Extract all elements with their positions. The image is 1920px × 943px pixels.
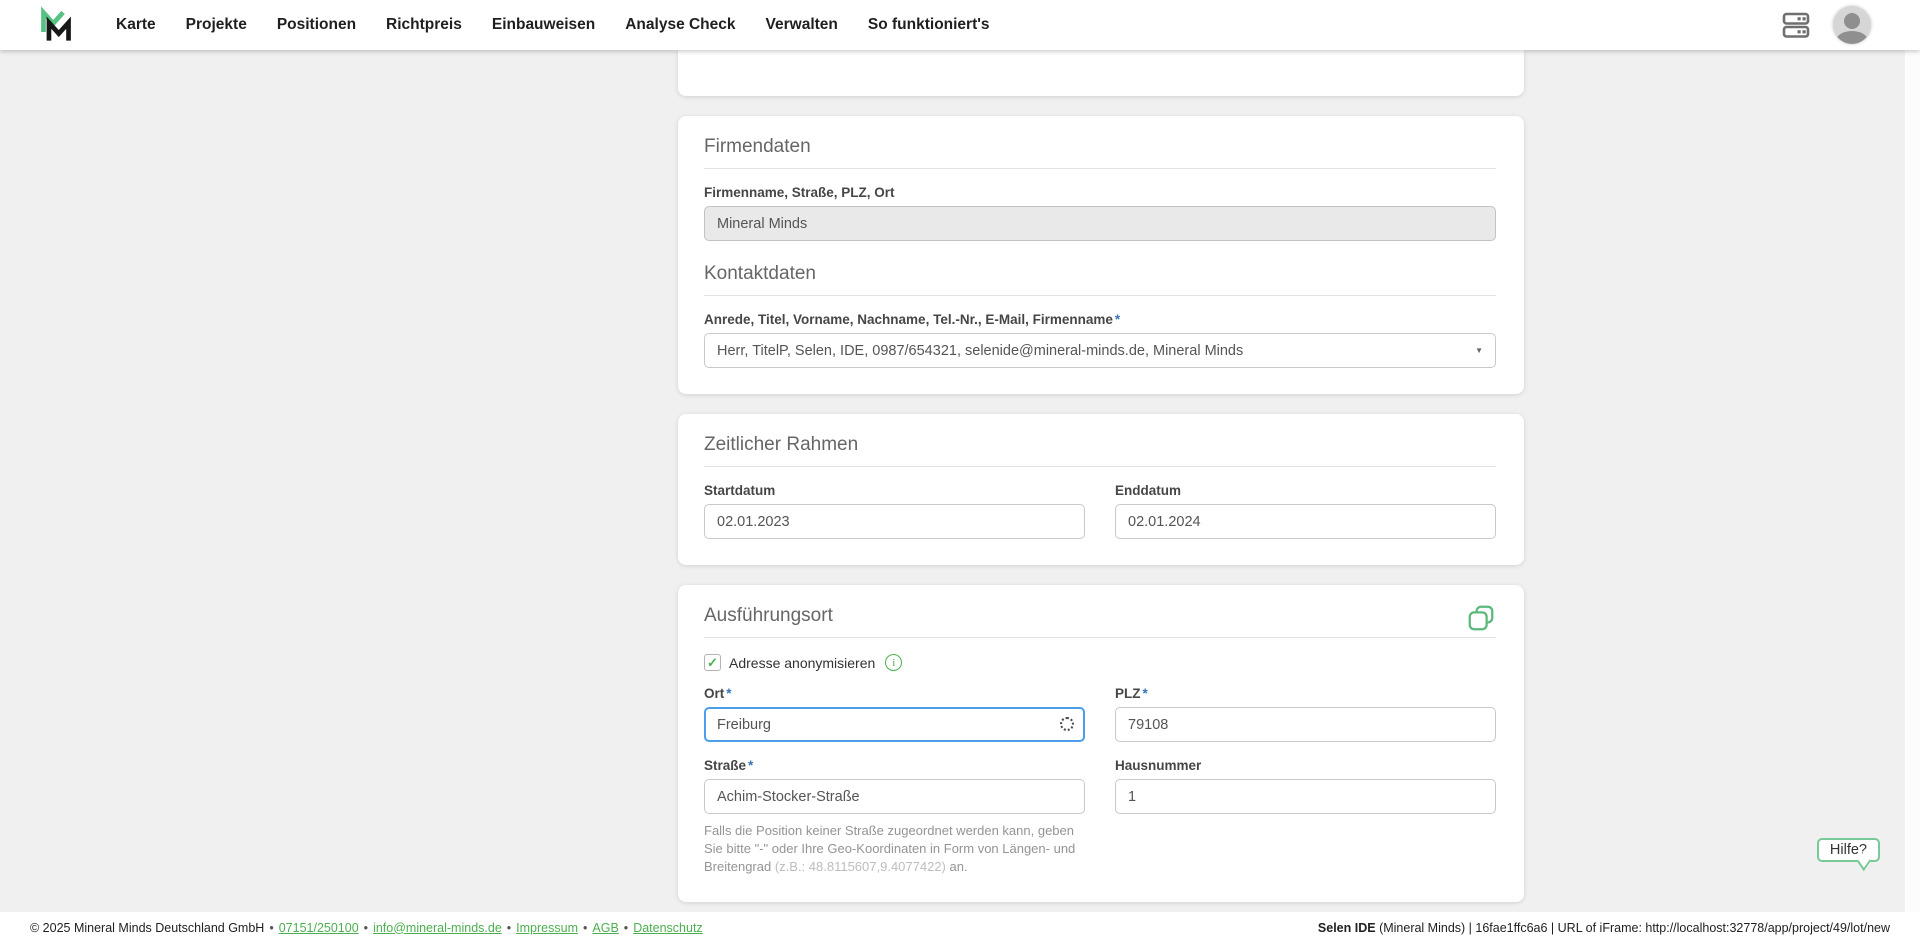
- hint-example: (z.B.: 48.8115607,9.4077422): [775, 859, 946, 874]
- company-field-label: Firmenname, Straße, PLZ, Ort: [704, 185, 1496, 200]
- company-input: [704, 206, 1496, 241]
- firmendaten-title: Firmendaten: [704, 136, 1496, 158]
- strasse-label: Straße*: [704, 758, 1085, 773]
- ausfuehrungsort-title: Ausführungsort: [704, 605, 833, 627]
- ort-input[interactable]: [704, 707, 1085, 742]
- server-stack-icon[interactable]: [1781, 10, 1811, 40]
- avatar-head-shape: [1844, 13, 1860, 29]
- kontakt-selected-value: Herr, TitelP, Selen, IDE, 0987/654321, s…: [717, 343, 1243, 359]
- nav-item-karte[interactable]: Karte: [116, 16, 156, 34]
- firmendaten-card: Firmendaten Firmenname, Straße, PLZ, Ort…: [678, 116, 1524, 394]
- startdatum-input[interactable]: [704, 504, 1085, 539]
- logo-icon: [38, 5, 74, 45]
- zeitraum-title: Zeitlicher Rahmen: [704, 434, 1496, 456]
- plz-input[interactable]: [1115, 707, 1496, 742]
- kontakt-field-label: Anrede, Titel, Vorname, Nachname, Tel.-N…: [704, 312, 1496, 327]
- footer-link-email[interactable]: info@mineral-minds.de: [373, 921, 502, 935]
- required-marker: *: [748, 758, 753, 773]
- nav-item-projekte[interactable]: Projekte: [186, 16, 247, 34]
- plz-field: PLZ*: [1115, 686, 1496, 742]
- user-avatar[interactable]: [1833, 6, 1871, 44]
- anonymize-label: Adresse anonymisieren: [729, 655, 875, 671]
- enddatum-label: Enddatum: [1115, 483, 1496, 498]
- hausnummer-label: Hausnummer: [1115, 758, 1496, 773]
- top-navbar: Karte Projekte Positionen Richtpreis Ein…: [0, 0, 1920, 50]
- strasse-hint-text: Falls die Position keiner Straße zugeord…: [704, 822, 1085, 876]
- main-nav: Karte Projekte Positionen Richtpreis Ein…: [116, 16, 990, 34]
- previous-card-stub: [678, 50, 1524, 96]
- copy-icon[interactable]: [1466, 603, 1496, 633]
- divider: [704, 295, 1496, 296]
- divider: [704, 637, 1496, 638]
- footer: © 2025 Mineral Minds Deutschland GmbH • …: [0, 912, 1920, 943]
- enddatum-input[interactable]: [1115, 504, 1496, 539]
- nav-item-einbauweisen[interactable]: Einbauweisen: [492, 16, 595, 34]
- kontakt-select[interactable]: Herr, TitelP, Selen, IDE, 0987/654321, s…: [704, 333, 1496, 368]
- form-column: Firmendaten Firmenname, Straße, PLZ, Ort…: [678, 50, 1524, 902]
- footer-copyright: © 2025 Mineral Minds Deutschland GmbH: [30, 921, 264, 935]
- plz-label: PLZ*: [1115, 686, 1496, 701]
- kontaktdaten-title: Kontaktdaten: [704, 263, 1496, 285]
- nav-item-analyse-check[interactable]: Analyse Check: [625, 16, 735, 34]
- anonymize-checkbox[interactable]: ✓: [704, 654, 721, 671]
- hausnummer-input[interactable]: [1115, 779, 1496, 814]
- help-button[interactable]: Hilfe?: [1817, 838, 1880, 862]
- footer-link-phone[interactable]: 07151/250100: [279, 921, 359, 935]
- page-content: Firmendaten Firmenname, Straße, PLZ, Ort…: [0, 50, 1920, 912]
- ide-name: Selen IDE: [1318, 921, 1376, 935]
- enddatum-field: Enddatum: [1115, 483, 1496, 539]
- ausfuehrungsort-card: Ausführungsort ✓ Adresse anonymisieren i…: [678, 585, 1524, 902]
- footer-link-agb[interactable]: AGB: [592, 921, 618, 935]
- chevron-down-icon: ▼: [1475, 346, 1483, 355]
- ort-label: Ort*: [704, 686, 1085, 701]
- strasse-field: Straße* Falls die Position keiner Straße…: [704, 758, 1085, 876]
- nav-item-verwalten[interactable]: Verwalten: [766, 16, 838, 34]
- strasse-input[interactable]: [704, 779, 1085, 814]
- startdatum-field: Startdatum: [704, 483, 1085, 539]
- required-marker: *: [1143, 686, 1148, 701]
- navbar-right: [1781, 6, 1871, 44]
- hausnummer-field: Hausnummer: [1115, 758, 1496, 876]
- nav-item-positionen[interactable]: Positionen: [277, 16, 356, 34]
- avatar-body-shape: [1836, 31, 1868, 44]
- loading-spinner-icon: [1060, 717, 1074, 731]
- nav-item-so-funktionierts[interactable]: So funktioniert's: [868, 16, 990, 34]
- zeitlicher-rahmen-card: Zeitlicher Rahmen Startdatum Enddatum: [678, 414, 1524, 565]
- footer-link-impressum[interactable]: Impressum: [516, 921, 578, 935]
- divider: [704, 466, 1496, 467]
- footer-debug-info: Selen IDE (Mineral Minds) | 16fae1ffc6a6…: [1318, 921, 1890, 935]
- footer-left: © 2025 Mineral Minds Deutschland GmbH • …: [30, 921, 703, 935]
- scrollbar-track[interactable]: [1905, 50, 1920, 912]
- mineral-minds-logo[interactable]: [38, 5, 74, 45]
- required-marker: *: [1115, 312, 1120, 327]
- nav-item-richtpreis[interactable]: Richtpreis: [386, 16, 462, 34]
- ort-field: Ort*: [704, 686, 1085, 742]
- divider: [704, 168, 1496, 169]
- startdatum-label: Startdatum: [704, 483, 1085, 498]
- footer-link-datenschutz[interactable]: Datenschutz: [633, 921, 702, 935]
- required-marker: *: [726, 686, 731, 701]
- info-icon[interactable]: i: [885, 654, 902, 671]
